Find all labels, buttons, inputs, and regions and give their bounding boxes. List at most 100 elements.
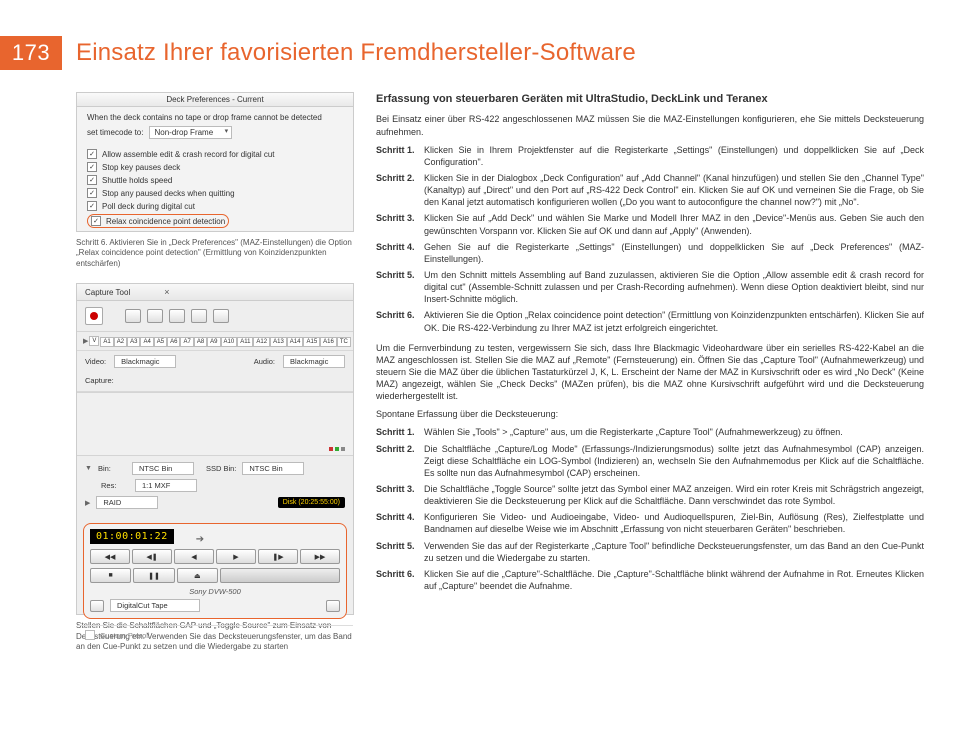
check-label: Relax coincidence point detection <box>106 217 225 226</box>
check-stop-paused[interactable]: ✓Stop any paused decks when quitting <box>87 188 343 198</box>
track-cell[interactable]: A3 <box>127 337 140 347</box>
set-timecode-label: set timecode to: <box>87 128 143 137</box>
track-cell[interactable]: A2 <box>114 337 127 347</box>
page-number: 173 <box>0 36 62 70</box>
check-stop-key[interactable]: ✓Stop key pauses deck <box>87 162 343 172</box>
check-poll-deck[interactable]: ✓Poll deck during digital cut <box>87 201 343 211</box>
step-text: Die Schaltfläche „Toggle Source" sollte … <box>424 483 924 507</box>
res-combo[interactable]: 1:1 MXF <box>135 479 197 492</box>
figure-capture-tool: Capture Tool × ▶ V A1A2A3A4A5A6A7A8A9A10… <box>76 283 354 615</box>
step-text: Konfigurieren Sie Video- und Audioeingab… <box>424 511 924 535</box>
left-column: Deck Preferences - Current When the deck… <box>76 92 354 666</box>
step: Schritt 2.Die Schaltfläche „Capture/Log … <box>376 443 924 479</box>
tape-combo[interactable]: DigitalCut Tape <box>110 599 200 612</box>
track-cell[interactable]: A10 <box>221 337 238 347</box>
tool-icon[interactable] <box>191 309 207 323</box>
step-label: Schritt 4. <box>376 511 424 535</box>
track-cell[interactable]: A4 <box>140 337 153 347</box>
play-button[interactable]: ▶ <box>216 549 256 564</box>
shuttle-slider[interactable] <box>220 568 340 583</box>
step: Schritt 4.Konfigurieren Sie Video- und A… <box>376 511 924 535</box>
step-text: Die Schaltfläche „Capture/Log Mode" (Erf… <box>424 443 924 479</box>
track-cell[interactable]: A7 <box>180 337 193 347</box>
track-row: ▶ V A1A2A3A4A5A6A7A8A9A10A11A12A13A14A15… <box>77 332 353 351</box>
steps-list-1: Schritt 1.Klicken Sie in Ihrem Projektfe… <box>376 144 924 334</box>
check-label: Shuttle holds speed <box>102 176 172 185</box>
step: Schritt 4.Gehen Sie auf die Registerkart… <box>376 241 924 265</box>
video-combo[interactable]: Blackmagic <box>114 355 176 368</box>
disclosure-icon[interactable]: ▼ <box>85 465 92 472</box>
res-label: Res: <box>101 481 129 490</box>
step: Schritt 3.Klicken Sie auf „Add Deck" und… <box>376 212 924 236</box>
pause-button[interactable]: ❚❚ <box>133 568 174 583</box>
step-fwd-button[interactable]: ❚▶ <box>258 549 298 564</box>
close-icon[interactable]: × <box>164 287 169 297</box>
rewind-button[interactable]: ◀◀ <box>90 549 130 564</box>
ffwd-button[interactable]: ▶▶ <box>300 549 340 564</box>
step: Schritt 6.Aktivieren Sie die Option „Rel… <box>376 309 924 333</box>
tool-icon[interactable] <box>169 309 185 323</box>
dialog-title: Deck Preferences - Current <box>77 93 353 107</box>
arrow-icon: ➔ <box>196 534 204 545</box>
step-text: Aktivieren Sie die Option „Relax coincid… <box>424 309 924 333</box>
step: Schritt 3.Die Schaltfläche „Toggle Sourc… <box>376 483 924 507</box>
step-text: Klicken Sie auf die „Capture"-Schaltfläc… <box>424 568 924 592</box>
track-cell[interactable]: A15 <box>303 337 320 347</box>
track-v[interactable]: V <box>89 336 99 346</box>
track-cell[interactable]: TC <box>337 337 351 347</box>
tool-icon[interactable] <box>213 309 229 323</box>
eject-button[interactable]: ⏏ <box>177 568 218 583</box>
step-text: Klicken Sie in Ihrem Projektfenster auf … <box>424 144 924 168</box>
paragraph: Spontane Erfassung über die Decksteuerun… <box>376 408 924 420</box>
step: Schritt 6.Klicken Sie auf die „Capture"-… <box>376 568 924 592</box>
raid-combo[interactable]: RAID <box>96 496 158 509</box>
ssd-combo[interactable]: NTSC Bin <box>242 462 304 475</box>
track-cell[interactable]: A9 <box>207 337 220 347</box>
step-back-button[interactable]: ◀❚ <box>132 549 172 564</box>
tape-icon[interactable] <box>90 600 104 612</box>
track-cell[interactable]: A8 <box>194 337 207 347</box>
right-column: Erfassung von steuerbaren Geräten mit Ul… <box>376 92 924 666</box>
step-text: Verwenden Sie das auf der Registerkarte … <box>424 540 924 564</box>
check-label: Allow assemble edit & crash record for d… <box>102 150 275 159</box>
step: Schritt 1.Wählen Sie „Tools" > „Capture"… <box>376 426 924 438</box>
preroll-label: Custom Preroll <box>100 631 150 640</box>
step-label: Schritt 5. <box>376 540 424 564</box>
figure-deck-preferences: Deck Preferences - Current When the deck… <box>76 92 354 232</box>
check-shuttle[interactable]: ✓Shuttle holds speed <box>87 175 343 185</box>
track-cell[interactable]: A14 <box>287 337 304 347</box>
paragraph: Um die Fernverbindung zu testen, vergewi… <box>376 342 924 403</box>
toggle-source-icon[interactable] <box>147 309 163 323</box>
track-cell[interactable]: A5 <box>154 337 167 347</box>
track-cell[interactable]: A1 <box>100 337 113 347</box>
play-back-button[interactable]: ◀ <box>174 549 214 564</box>
bin-combo[interactable]: NTSC Bin <box>132 462 194 475</box>
checkbox-icon[interactable]: ✓ <box>91 216 101 226</box>
step-label: Schritt 6. <box>376 568 424 592</box>
track-cell[interactable]: A16 <box>320 337 337 347</box>
tape-button[interactable] <box>326 600 340 612</box>
stop-button[interactable]: ■ <box>90 568 131 583</box>
track-cell[interactable]: A13 <box>270 337 287 347</box>
step: Schritt 5.Verwenden Sie das auf der Regi… <box>376 540 924 564</box>
disclosure-icon[interactable]: ▶ <box>83 337 88 345</box>
timecode-combo[interactable]: Non-drop Frame <box>149 126 232 139</box>
track-cell[interactable]: A6 <box>167 337 180 347</box>
check-assemble-edit[interactable]: ✓Allow assemble edit & crash record for … <box>87 149 343 159</box>
cap-mode-icon[interactable] <box>125 309 141 323</box>
step-label: Schritt 4. <box>376 241 424 265</box>
step-label: Schritt 1. <box>376 426 424 438</box>
step-label: Schritt 3. <box>376 212 424 236</box>
video-label: Video: <box>85 357 106 366</box>
record-button[interactable] <box>85 307 103 325</box>
track-cell[interactable]: A11 <box>237 337 253 347</box>
disclosure-icon[interactable]: ▶ <box>85 499 90 507</box>
track-cell[interactable]: A12 <box>253 337 270 347</box>
preview-area <box>77 392 353 456</box>
check-label: Stop key pauses deck <box>102 163 180 172</box>
step-label: Schritt 6. <box>376 309 424 333</box>
preroll-checkbox[interactable] <box>85 630 95 640</box>
audio-label: Audio: <box>254 357 275 366</box>
audio-combo[interactable]: Blackmagic <box>283 355 345 368</box>
step: Schritt 5.Um den Schnitt mittels Assembl… <box>376 269 924 305</box>
